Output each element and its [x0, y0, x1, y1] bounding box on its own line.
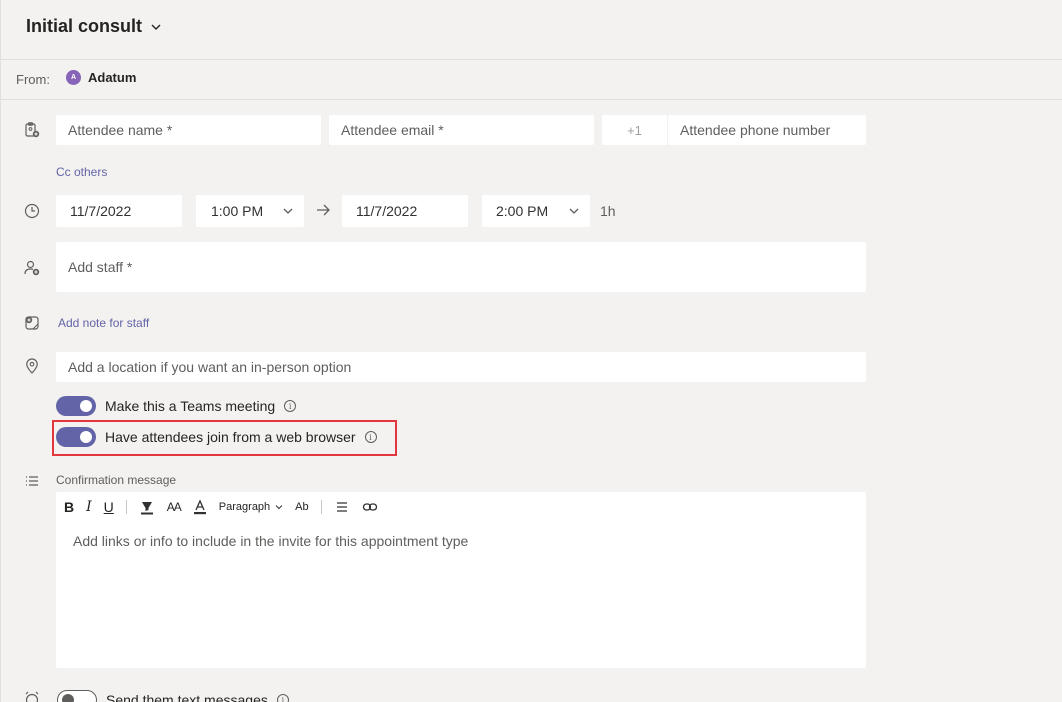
font-size-button[interactable]: AA [167, 498, 182, 516]
start-date-input[interactable]: 11/7/2022 [56, 195, 182, 227]
link-icon [362, 503, 377, 511]
attendee-name-input[interactable]: Attendee name * [56, 115, 321, 145]
page-title: Initial consult [26, 16, 143, 36]
avatar: A [66, 70, 81, 85]
highlight-button[interactable] [139, 498, 155, 516]
chevron-down-icon [151, 24, 161, 30]
add-note-for-staff-link[interactable]: Add note for staff [58, 316, 149, 330]
web-browser-toggle-row: Have attendees join from a web browser i [56, 427, 377, 447]
cc-others-link[interactable]: Cc others [56, 165, 107, 179]
toolbar-separator [320, 500, 322, 514]
chevron-down-icon [275, 505, 283, 510]
location-input[interactable]: Add a location if you want an in-person … [56, 352, 866, 382]
font-color-button[interactable] [193, 498, 207, 516]
teams-meeting-label: Make this a Teams meeting [105, 398, 276, 414]
confirmation-message-label: Confirmation message [56, 473, 177, 487]
formatting-toolbar: B I U AA Paragraph Ab [64, 498, 378, 516]
chevron-down-icon [283, 208, 293, 214]
strikethrough-icon [336, 502, 347, 512]
insert-link-button[interactable] [362, 498, 378, 516]
attendee-email-input[interactable]: Attendee email * [329, 115, 594, 145]
clear-formatting-button[interactable]: Ab [295, 498, 308, 516]
add-person-icon [23, 259, 41, 277]
bold-button[interactable]: B [64, 498, 74, 516]
attendee-phone-input[interactable]: Attendee phone number [668, 115, 866, 145]
end-date-input[interactable]: 11/7/2022 [342, 195, 468, 227]
country-code-input[interactable]: +1 [602, 115, 667, 145]
from-org-name: Adatum [88, 70, 137, 85]
highlighter-icon [140, 502, 153, 515]
text-messages-label: Send them text messages [106, 692, 268, 702]
font-color-icon [193, 499, 206, 515]
info-icon[interactable]: i [364, 431, 377, 443]
confirmation-message-input[interactable]: Add links or info to include in the invi… [73, 533, 468, 549]
info-icon[interactable]: i [284, 400, 297, 412]
from-divider [0, 99, 1062, 100]
alarm-clock-icon [23, 690, 41, 702]
underline-button[interactable]: U [104, 498, 114, 516]
text-messages-toggle[interactable] [57, 690, 97, 702]
teams-meeting-toggle[interactable] [56, 396, 96, 416]
from-label: From: [16, 72, 50, 87]
italic-button[interactable]: I [86, 498, 92, 516]
info-icon[interactable]: i [276, 694, 289, 702]
appointment-type-dropdown[interactable]: Initial consult [26, 16, 162, 37]
from-org[interactable]: A Adatum [66, 70, 136, 85]
strikethrough-button[interactable] [334, 498, 350, 516]
add-note-icon [23, 314, 41, 332]
clock-icon [23, 202, 41, 220]
web-browser-toggle[interactable] [56, 427, 96, 447]
contact-card-icon [23, 121, 41, 139]
toolbar-separator [125, 500, 127, 514]
start-time-select[interactable]: 1:00 PM [196, 195, 304, 227]
teams-meeting-toggle-row: Make this a Teams meeting i [56, 396, 297, 416]
chevron-down-icon [569, 208, 579, 214]
duration-text: 1h [600, 203, 616, 219]
web-browser-label: Have attendees join from a web browser [105, 429, 356, 445]
end-time-select[interactable]: 2:00 PM [482, 195, 590, 227]
paragraph-style-dropdown[interactable]: Paragraph [219, 498, 283, 516]
left-border [0, 0, 1, 702]
add-staff-input[interactable]: Add staff * [56, 242, 866, 292]
text-messages-toggle-row: Send them text messages i [57, 690, 289, 702]
arrow-right-icon [317, 204, 330, 216]
confirmation-editor[interactable]: B I U AA Paragraph Ab Add links or info … [56, 492, 866, 668]
header-divider [0, 59, 1062, 60]
location-icon [23, 357, 41, 375]
list-icon [23, 472, 41, 490]
